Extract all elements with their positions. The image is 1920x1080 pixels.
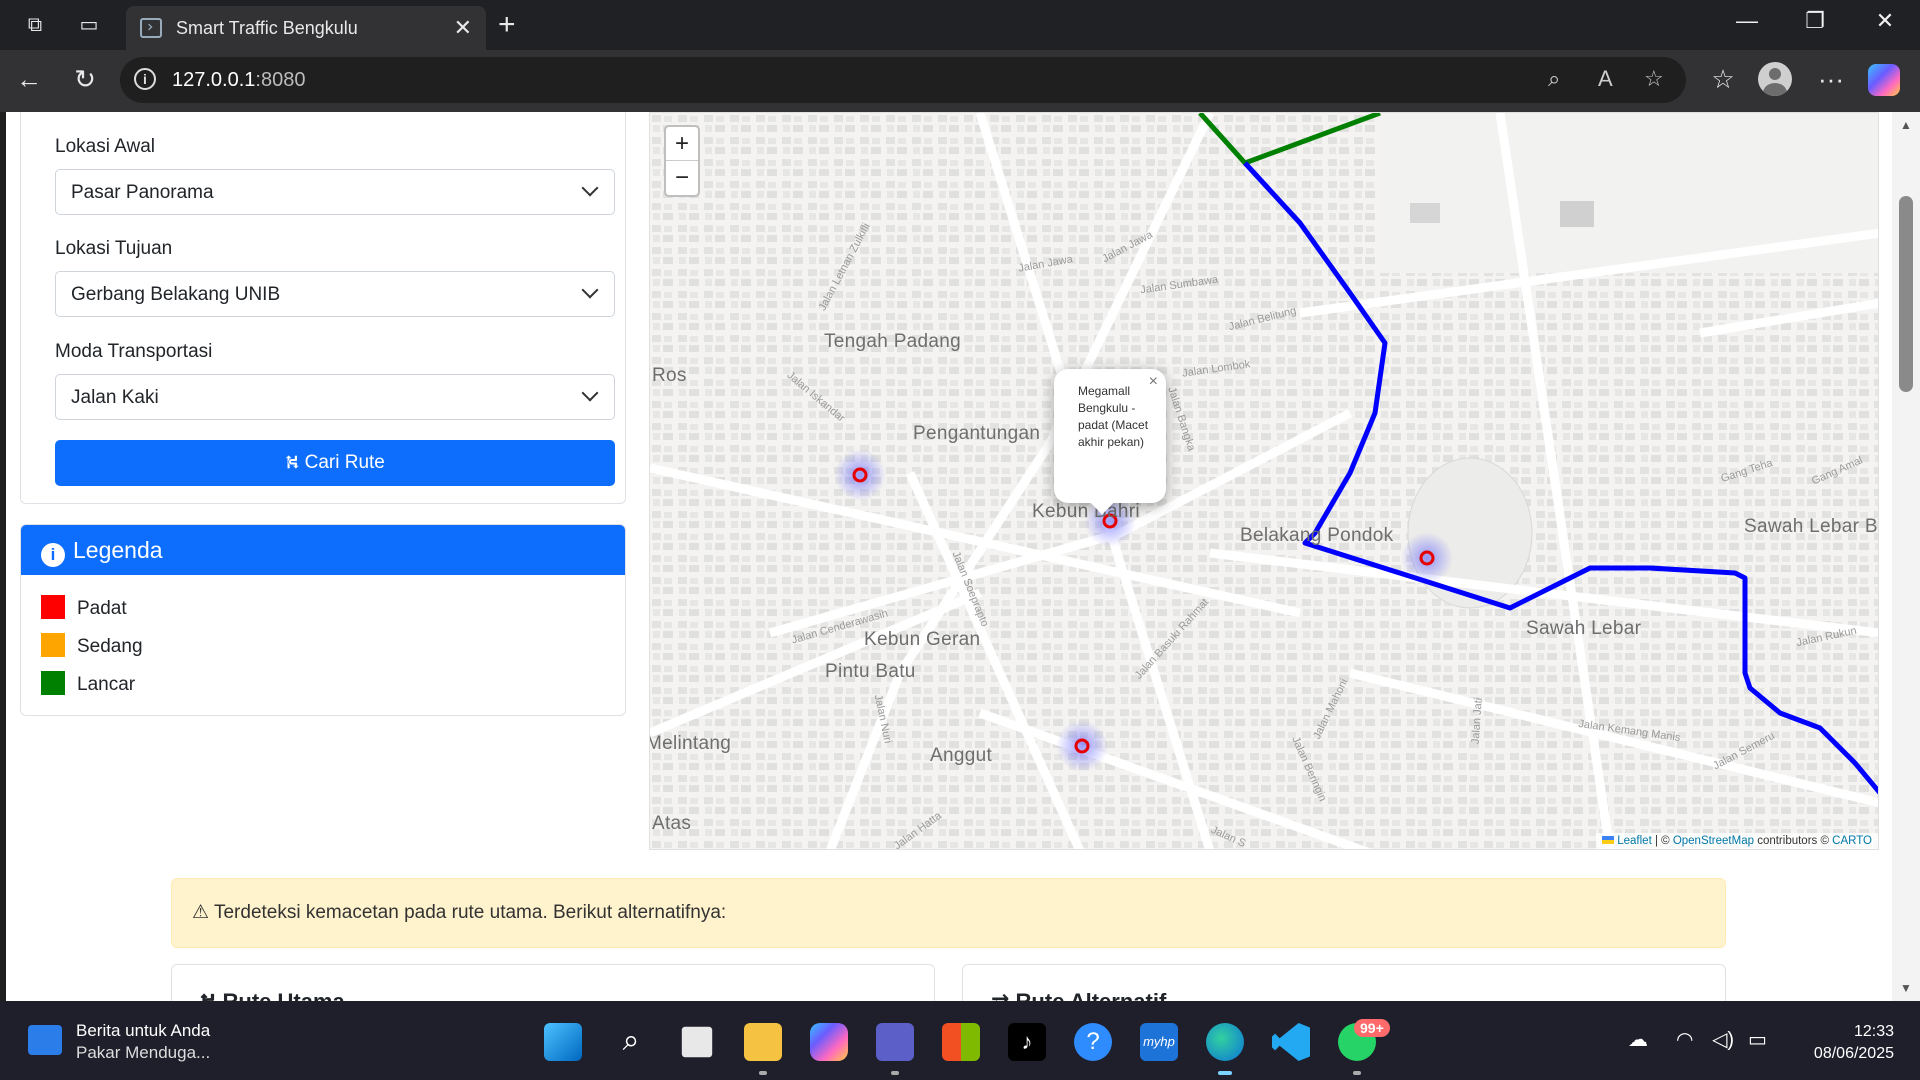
legend-item-lancar: Lancar	[41, 671, 135, 696]
legend-item-sedang: Sedang	[41, 633, 143, 658]
favorites-icon[interactable]: ☆	[1706, 64, 1740, 95]
main-route-title: ⛕ Rute Utama	[200, 989, 345, 1001]
ukraine-flag-icon	[1602, 836, 1615, 844]
map-area-label: Melintang	[649, 733, 732, 754]
popup-close-icon[interactable]: ×	[1149, 373, 1158, 390]
transport-mode-select[interactable]: Jalan Kaki	[55, 374, 615, 420]
teams-icon[interactable]	[876, 1023, 914, 1075]
search-icon[interactable]: ⌕	[612, 1023, 650, 1061]
map-area-label: Tengah Padang	[824, 331, 962, 352]
destination-select[interactable]: Gerbang Belakang UNIB	[55, 271, 615, 317]
copilot-icon[interactable]	[1868, 64, 1900, 96]
browser-tabbar: ⧉ ▭ Smart Traffic Bengkulu ✕ + — ❐ ✕	[0, 0, 1920, 50]
tab-title: Smart Traffic Bengkulu	[176, 18, 358, 38]
destination-label: Lokasi Tujuan	[55, 238, 173, 259]
close-tab-icon[interactable]: ✕	[454, 15, 472, 41]
notification-badge: 99+	[1354, 1019, 1390, 1037]
tiktok-icon[interactable]: ♪	[1008, 1023, 1046, 1061]
map-area-label: Atas	[652, 813, 692, 834]
close-window-icon[interactable]: ✕	[1860, 8, 1910, 34]
favorite-star-icon[interactable]: ☆	[1644, 66, 1664, 92]
map-base	[650, 113, 1878, 849]
refresh-icon[interactable]: ↻	[68, 64, 102, 95]
map-area-label: Sawah Lebar	[1526, 618, 1642, 639]
tab-actions-icon[interactable]: ▭	[74, 10, 104, 40]
url-text[interactable]: 127.0.0.1:8080	[172, 69, 305, 92]
address-bar[interactable]: i 127.0.0.1:8080 ⌕ A ☆	[120, 57, 1686, 103]
route-icon: ⛕	[285, 452, 300, 473]
chevron-down-icon	[581, 179, 599, 197]
copilot-app-icon[interactable]	[810, 1023, 848, 1061]
info-icon: i	[41, 543, 65, 567]
map-area-label: Ros	[652, 365, 687, 386]
scrollbar-thumb[interactable]	[1899, 196, 1913, 392]
map-area-label: Sawah Lebar Baru	[1744, 516, 1878, 537]
legend-card: i Legenda Padat Sedang Lancar	[20, 524, 626, 716]
page-viewport: Lokasi Awal Pasar Panorama Lokasi Tujuan…	[6, 112, 1892, 1001]
site-info-icon[interactable]: i	[134, 68, 156, 90]
osm-link[interactable]: OpenStreetMap	[1673, 835, 1754, 847]
store-icon[interactable]	[942, 1023, 980, 1061]
zoom-out-icon[interactable]: ⌕	[1548, 66, 1560, 92]
transport-mode-label: Moda Transportasi	[55, 341, 213, 362]
get-help-icon[interactable]: ?	[1074, 1023, 1112, 1061]
chevron-down-icon	[581, 281, 599, 299]
map-area-label: Pengantungan	[913, 423, 1041, 444]
wifi-icon[interactable]: ◠	[1676, 1027, 1693, 1052]
start-location-label: Lokasi Awal	[55, 136, 155, 157]
marker-popup: × Megamall Bengkulu - padat (Macet akhir…	[1054, 369, 1166, 515]
congestion-alert: ⚠ Terdeteksi kemacetan pada rute utama. …	[171, 878, 1726, 948]
alt-route-title: ⇄ Rute Alternatif	[991, 989, 1166, 1001]
file-explorer-icon[interactable]	[744, 1023, 782, 1075]
system-clock[interactable]: 12:33 08/06/2025	[1814, 1021, 1894, 1065]
minimize-icon[interactable]: —	[1722, 8, 1772, 34]
legend-header: i Legenda	[21, 525, 625, 575]
zoom-out-button[interactable]: −	[666, 161, 698, 195]
windows-taskbar: Berita untuk Anda Pakar Menduga... ⌕ ♪ ?…	[0, 1001, 1920, 1080]
main-route-card: ⛕ Rute Utama	[171, 964, 935, 1001]
battery-icon[interactable]: ▭	[1748, 1027, 1767, 1052]
warning-icon: ⚠	[192, 902, 210, 923]
zoom-in-button[interactable]: +	[666, 127, 698, 161]
start-location-select[interactable]: Pasar Panorama	[55, 169, 615, 215]
myhp-icon[interactable]: myhp	[1140, 1023, 1178, 1061]
zoom-control: + −	[664, 125, 700, 197]
page-scrollbar[interactable]: ▲ ▼	[1892, 112, 1920, 1001]
map-attribution: Leaflet | © OpenStreetMap contributors ©…	[1596, 833, 1878, 849]
restore-icon[interactable]: ❐	[1790, 8, 1840, 34]
read-aloud-icon[interactable]: A	[1598, 66, 1613, 92]
onedrive-icon[interactable]: ☁	[1628, 1027, 1648, 1052]
browser-navbar: ← ↻ i 127.0.0.1:8080 ⌕ A ☆ ☆ ···	[0, 50, 1920, 112]
traffic-map[interactable]: + − Tengah Padang Ros Pengantungan Kebun…	[649, 112, 1879, 850]
map-area-label: Anggut	[930, 745, 993, 766]
chevron-down-icon	[581, 384, 599, 402]
terminal-favicon-icon	[140, 18, 162, 38]
route-form-card: Lokasi Awal Pasar Panorama Lokasi Tujuan…	[20, 112, 626, 504]
vscode-icon[interactable]	[1272, 1023, 1310, 1061]
map-area-label: Kebun Geran	[864, 629, 981, 650]
popup-text: Megamall Bengkulu - padat (Macet akhir p…	[1078, 384, 1149, 449]
back-icon[interactable]: ←	[12, 64, 46, 95]
volume-icon[interactable]: ◁)	[1712, 1027, 1734, 1052]
more-menu-icon[interactable]: ···	[1814, 64, 1848, 95]
carto-link[interactable]: CARTO	[1832, 835, 1872, 847]
map-area-label: Pintu Batu	[825, 661, 916, 682]
search-route-button[interactable]: ⛕ Cari Rute	[55, 440, 615, 486]
task-view-icon[interactable]	[681, 1026, 713, 1058]
legend-item-padat: Padat	[41, 595, 127, 620]
alt-route-card: ⇄ Rute Alternatif	[962, 964, 1726, 1001]
browser-tab[interactable]: Smart Traffic Bengkulu ✕	[126, 6, 486, 50]
news-icon	[28, 1025, 62, 1055]
map-area-label: Kebun Bahri	[1032, 501, 1140, 522]
start-icon[interactable]	[544, 1023, 582, 1061]
profile-avatar[interactable]	[1758, 62, 1792, 96]
leaflet-link[interactable]: Leaflet	[1617, 835, 1652, 847]
map-area-label: Belakang Pondok	[1240, 525, 1394, 546]
new-tab-icon[interactable]: +	[498, 8, 516, 42]
edge-icon[interactable]	[1206, 1023, 1244, 1075]
workspaces-icon[interactable]: ⧉	[20, 10, 50, 40]
